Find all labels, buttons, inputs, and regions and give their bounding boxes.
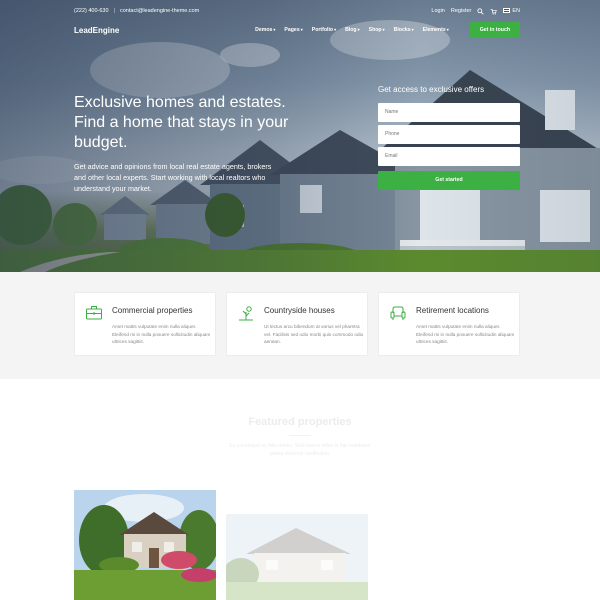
top-bar: (222) 400-630 | contact@leadengine-theme… [74, 5, 520, 17]
feature-title: Retirement locations [416, 306, 489, 315]
get-started-button[interactable]: Get started [378, 171, 520, 190]
chevron-down-icon: ▾ [273, 27, 276, 32]
nav-item-label: Elements [422, 27, 446, 33]
language-selector[interactable]: EN [503, 8, 520, 14]
register-link[interactable]: Register [451, 8, 471, 14]
hero-section: (222) 400-630 | contact@leadengine-theme… [0, 0, 600, 272]
armchair-icon [390, 306, 406, 320]
chevron-down-icon: ▾ [411, 27, 414, 32]
main-menu: Demos▾ Pages▾ Portfolio▾ Blog▾ Shop▾ Blo… [255, 22, 520, 38]
feature-card-retirement[interactable]: Retirement locations Amet mattis vulputa… [378, 292, 520, 356]
nav-item-label: Portfolio [311, 27, 334, 33]
nav-item-elements[interactable]: Elements▾ [423, 27, 449, 33]
nav-item-portfolio[interactable]: Portfolio▾ [312, 27, 336, 33]
countryside-icon [239, 306, 253, 321]
nav-item-label: Blocks [393, 27, 411, 33]
feature-card-commercial[interactable]: Commercial properties Amet mattis vulput… [74, 292, 216, 356]
features-section: Commercial properties Amet mattis vulput… [0, 272, 600, 379]
site-logo[interactable]: LeadEngine [74, 26, 119, 35]
chevron-down-icon: ▾ [382, 27, 385, 32]
search-icon[interactable] [477, 7, 484, 15]
property-photo [226, 514, 368, 600]
main-navbar: LeadEngine Demos▾ Pages▾ Portfolio▾ Blog… [74, 22, 520, 38]
name-field[interactable] [378, 103, 520, 122]
us-flag-icon [503, 8, 511, 14]
feature-title: Countryside houses [264, 306, 335, 315]
chevron-down-icon: ▾ [446, 27, 449, 32]
phone-field[interactable] [378, 125, 520, 144]
login-link[interactable]: Login [431, 8, 444, 14]
cart-icon[interactable] [490, 8, 498, 15]
nav-item-blocks[interactable]: Blocks▾ [394, 27, 414, 33]
nav-item-label: Shop [368, 27, 382, 33]
contact-email[interactable]: contact@leadengine-theme.com [120, 8, 199, 14]
briefcase-icon [86, 306, 102, 320]
property-photo [74, 490, 216, 600]
hero-subtitle: Get advice and opinions from local real … [74, 162, 272, 193]
feature-text: Ut lectus arcu bibendum at varius vel ph… [264, 324, 364, 345]
feature-card-countryside[interactable]: Countryside houses Ut lectus arcu bibend… [226, 292, 368, 356]
nav-item-label: Pages [284, 27, 300, 33]
phone-number[interactable]: (222) 400-630 [74, 8, 109, 14]
title-divider [289, 435, 311, 436]
featured-properties-subtitle: Eu consequat ac felis donec. Sed viverra… [229, 443, 371, 457]
language-label: EN [512, 8, 520, 14]
featured-properties-title: Featured properties [248, 416, 352, 428]
offer-form-title: Get access to exclusive offers [378, 85, 485, 94]
feature-text: Amet mattis vulputate enim nulla aliquet… [112, 324, 211, 345]
property-card-image-2[interactable] [226, 514, 368, 600]
nav-item-pages[interactable]: Pages▾ [284, 27, 302, 33]
nav-item-blog[interactable]: Blog▾ [345, 27, 360, 33]
email-field[interactable] [378, 147, 520, 166]
feature-title: Commercial properties [112, 306, 193, 315]
topbar-separator: | [113, 8, 115, 14]
property-card-image-1[interactable] [74, 490, 216, 600]
chevron-down-icon: ▾ [357, 27, 360, 32]
nav-item-shop[interactable]: Shop▾ [369, 27, 385, 33]
get-in-touch-button[interactable]: Get in touch [469, 22, 520, 38]
chevron-down-icon: ▾ [300, 27, 303, 32]
chevron-down-icon: ▾ [334, 27, 337, 32]
nav-item-label: Demos [255, 27, 273, 33]
nav-item-label: Blog [345, 27, 357, 33]
topbar-right: Login Register EN [431, 7, 520, 15]
nav-item-demos[interactable]: Demos▾ [255, 27, 275, 33]
feature-text: Amet mattis vulputate enim nulla aliquet… [416, 324, 515, 345]
hero-title: Exclusive homes and estates. Find a home… [74, 94, 289, 151]
